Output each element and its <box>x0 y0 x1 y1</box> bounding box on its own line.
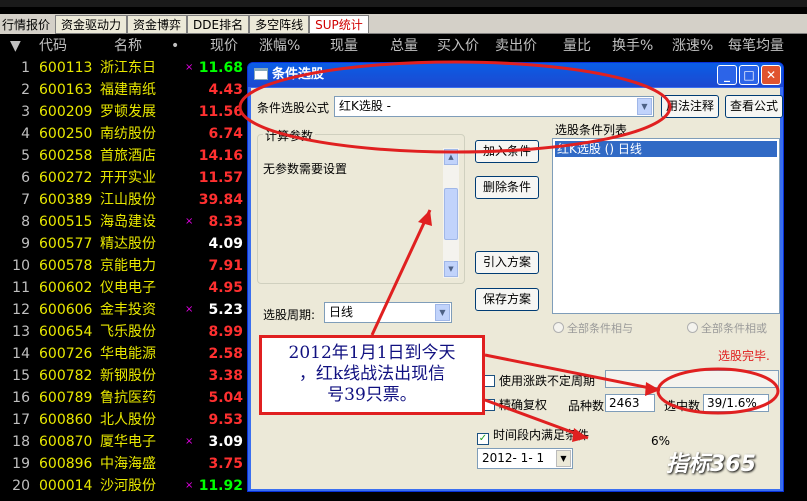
highlight-ellipse-hits <box>656 367 780 415</box>
annotation-callout: 2012年1月1日到今天 ，红k线战法出现信 号39只票。 <box>259 335 485 415</box>
arrow-head <box>418 210 432 226</box>
callout-line-1: 2012年1月1日到今天 <box>288 343 456 363</box>
callout-line-2: ，红k线战法出现信 <box>298 364 446 384</box>
callout-line-3: 号39只票。 <box>327 385 417 405</box>
stock-software-window: { "topbar": ["市场","自选股","板块指数","DDE排名","… <box>0 0 807 501</box>
highlight-ellipse-formula <box>238 60 672 154</box>
arrow-to-params <box>370 209 432 336</box>
annotation-overlay <box>238 60 780 442</box>
arrow-to-hits <box>484 353 661 392</box>
watermark-logo: 指标365 <box>666 452 756 477</box>
arrow-to-date <box>484 398 589 440</box>
arrow-head <box>572 428 588 442</box>
